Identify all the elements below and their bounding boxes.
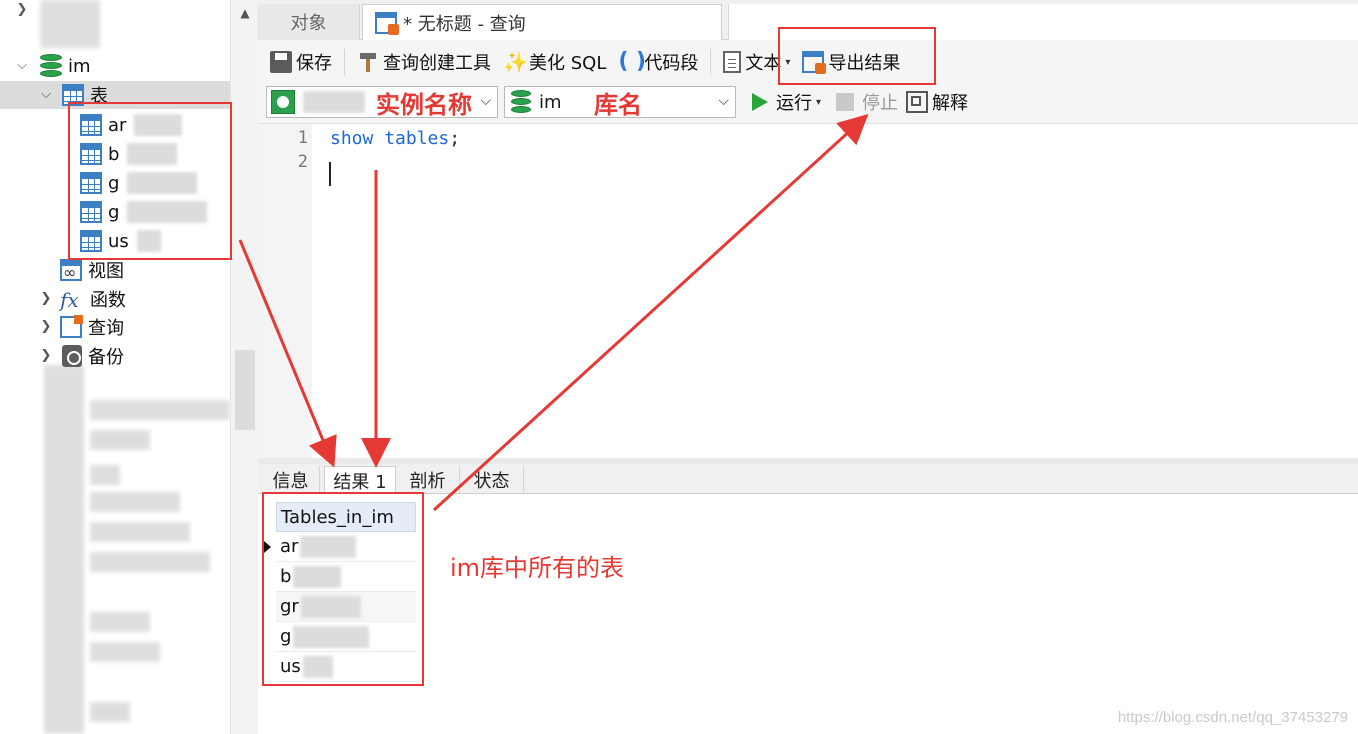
chevron-down-icon[interactable]: ⌵ <box>718 93 729 109</box>
toolbar-divider <box>710 49 712 75</box>
beautify-sql-label: 美化 SQL <box>529 53 607 74</box>
save-button[interactable]: 保存 <box>264 46 338 78</box>
tab-result-1[interactable]: 结果 1 <box>324 466 396 494</box>
pixelated-region <box>90 612 150 632</box>
save-label: 保存 <box>296 53 332 74</box>
tab-objects[interactable]: 对象 <box>258 4 360 40</box>
tree-functions-label: 函数 <box>90 290 126 311</box>
code-snippet-button[interactable]: ( ) 代码段 <box>612 46 704 78</box>
result-tabs: 信息 结果 1 剖析 状态 <box>258 464 1358 494</box>
tab-status[interactable]: 状态 <box>460 466 524 494</box>
tree-node-queries[interactable]: ❯ 查询 <box>38 313 124 341</box>
scrollbar-thumb[interactable] <box>235 350 255 430</box>
sql-keyword: tables <box>384 128 450 149</box>
stop-icon <box>836 93 854 111</box>
document-icon <box>723 51 742 73</box>
line-number: 2 <box>297 152 308 172</box>
save-icon <box>270 51 292 73</box>
beautify-sql-button[interactable]: ✨ 美化 SQL <box>497 46 612 78</box>
annotation-box-export <box>778 27 936 85</box>
chevron-down-icon[interactable]: ⌵ <box>480 93 491 109</box>
function-icon: fx <box>60 288 79 312</box>
run-label: 运行 <box>776 93 812 114</box>
chevron-down-icon[interactable]: ⌵ <box>38 87 54 103</box>
sql-terminator: ; <box>449 128 461 149</box>
line-number: 1 <box>297 128 308 148</box>
database-icon <box>511 90 531 114</box>
pixelated-region <box>90 492 180 512</box>
database-value: im <box>539 91 562 113</box>
chevron-right-icon[interactable]: ❯ <box>38 291 54 307</box>
annotation-box-results <box>262 492 424 686</box>
pixelated-region <box>90 522 190 542</box>
pixelated-region <box>90 465 120 485</box>
tree-backups-label: 备份 <box>88 347 124 368</box>
tab-info[interactable]: 信息 <box>262 466 320 494</box>
query-builder-button[interactable]: 查询创建工具 <box>351 46 497 78</box>
tab-untitled-query[interactable]: * 无标题 - 查询 <box>362 4 722 40</box>
sql-code-line: show tables; <box>330 128 460 149</box>
parentheses-icon: ( ) <box>618 49 647 74</box>
query-icon <box>60 315 83 338</box>
tree-queries-label: 查询 <box>88 318 124 339</box>
toolbar-divider <box>344 49 345 75</box>
annotation-result-note: im库中所有的表 <box>450 554 625 582</box>
line-number-gutter: 1 2 <box>258 124 312 458</box>
stop-label: 停止 <box>862 93 898 114</box>
dropdown-caret-icon[interactable]: ▾ <box>816 97 821 108</box>
magic-wand-icon: ✨ <box>503 50 528 74</box>
pixelated-region <box>90 400 230 420</box>
explain-button[interactable]: 解释 <box>900 86 974 118</box>
tree-db-label: im <box>68 55 91 77</box>
explain-label: 解释 <box>932 93 968 114</box>
text-cursor <box>329 162 331 186</box>
pixelated-text <box>303 91 365 113</box>
tree-db-im[interactable]: ⌵ im <box>14 52 91 80</box>
chevron-right-icon[interactable]: ❯ <box>38 319 54 335</box>
scroll-up-icon[interactable]: ▲ <box>231 6 259 20</box>
pixelated-region <box>90 430 150 450</box>
annotation-database-name: 库名 <box>594 91 642 119</box>
view-icon <box>60 259 82 281</box>
play-icon <box>752 93 768 111</box>
run-button[interactable]: 运行 ▾ <box>746 86 827 118</box>
stop-button[interactable]: 停止 <box>830 86 904 118</box>
tree-node-backups[interactable]: ❯ 备份 <box>38 342 124 370</box>
tab-title: * 无标题 - 查询 <box>403 13 526 35</box>
annotation-box-tables <box>68 102 232 260</box>
code-snippet-label: 代码段 <box>644 53 699 74</box>
tab-profile[interactable]: 剖析 <box>396 466 460 494</box>
chevron-right-icon[interactable]: ❯ <box>14 2 30 18</box>
query-builder-label: 查询创建工具 <box>383 53 491 74</box>
text-label: 文本 <box>745 53 782 74</box>
annotation-instance-name: 实例名称 <box>376 91 472 119</box>
connection-icon <box>271 90 295 114</box>
sql-keyword: show <box>330 128 374 149</box>
sql-editor[interactable]: 1 2 show tables; <box>258 124 1358 458</box>
tree-node-functions[interactable]: ❯ fx 函数 <box>38 285 126 313</box>
pixelated-region <box>90 702 130 722</box>
chevron-down-icon[interactable]: ⌵ <box>14 58 30 74</box>
tree-row-collapsed[interactable]: ❯ <box>14 0 30 20</box>
database-icon <box>40 54 62 78</box>
chevron-right-icon[interactable]: ❯ <box>38 348 54 364</box>
tree-views-label: 视图 <box>88 261 124 282</box>
query-tab-icon <box>375 11 399 35</box>
tree-scrollbar[interactable]: ▲ <box>230 0 258 734</box>
watermark: https://blog.csdn.net/qq_37453279 <box>1117 709 1348 726</box>
pixelated-region <box>44 365 84 734</box>
explain-icon <box>906 91 928 113</box>
pixelated-region <box>40 0 100 48</box>
tree-node-views[interactable]: 视图 <box>60 256 124 284</box>
backup-icon <box>62 345 82 367</box>
pixelated-region <box>90 552 210 572</box>
hammer-icon <box>357 51 379 73</box>
pixelated-region <box>90 642 160 662</box>
